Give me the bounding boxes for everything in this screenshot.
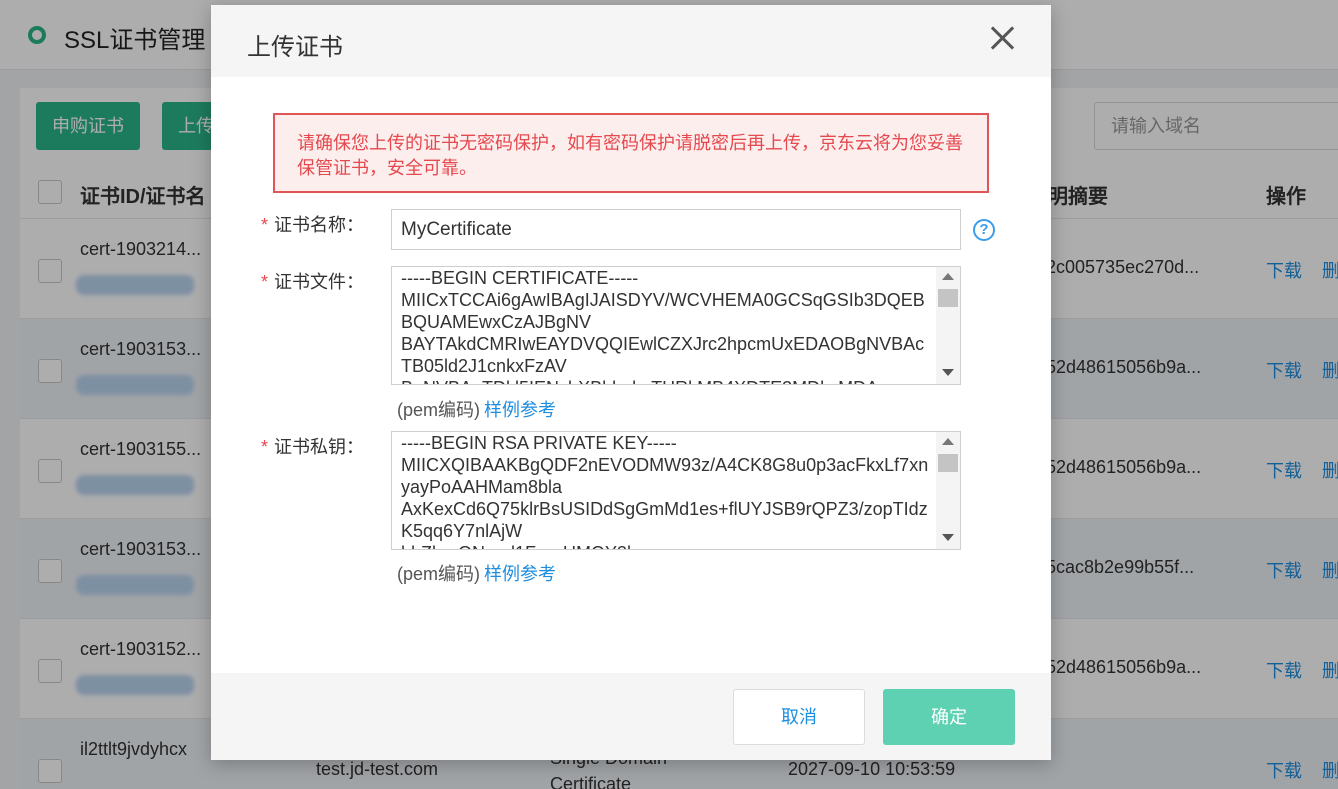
cert-key-content: -----BEGIN RSA PRIVATE KEY----- MIICXQIB… bbox=[401, 433, 929, 549]
upload-certificate-dialog: 上传证书 请确保您上传的证书无密码保护，如有密码保护请脱密后再上传，京东云将为您… bbox=[211, 5, 1051, 760]
cert-file-scrollbar[interactable] bbox=[936, 267, 960, 384]
cert-name-input[interactable]: MyCertificate bbox=[391, 209, 961, 250]
scroll-up-arrow-icon[interactable] bbox=[942, 273, 954, 280]
scroll-up-arrow-icon[interactable] bbox=[942, 438, 954, 445]
dialog-title: 上传证书 bbox=[247, 34, 343, 61]
scroll-thumb[interactable] bbox=[938, 289, 958, 307]
scroll-down-arrow-icon[interactable] bbox=[942, 534, 954, 541]
cert-file-content: -----BEGIN CERTIFICATE----- MIICxTCCAi6g… bbox=[401, 268, 925, 384]
confirm-button[interactable]: 确定 bbox=[883, 689, 1015, 745]
close-icon[interactable] bbox=[987, 23, 1017, 53]
scroll-thumb[interactable] bbox=[938, 454, 958, 472]
cert-name-label-text: 证书名称： bbox=[274, 215, 365, 235]
cert-file-hint: (pem编码) 样例参考 bbox=[397, 396, 556, 422]
warning-notice: 请确保您上传的证书无密码保护，如有密码保护请脱密后再上传，京东云将为您妥善保管证… bbox=[273, 113, 989, 193]
cert-key-hint: (pem编码) 样例参考 bbox=[397, 560, 556, 586]
required-mark: * bbox=[261, 215, 269, 235]
cert-file-label-text: 证书文件： bbox=[274, 272, 365, 292]
required-mark: * bbox=[261, 272, 269, 292]
scroll-down-arrow-icon[interactable] bbox=[942, 369, 954, 376]
cert-file-textarea[interactable]: -----BEGIN CERTIFICATE----- MIICxTCCAi6g… bbox=[391, 266, 961, 385]
dialog-footer: 取消 确定 bbox=[211, 673, 1051, 760]
question-circle-icon[interactable]: ? bbox=[973, 219, 995, 241]
dialog-header: 上传证书 bbox=[211, 5, 1051, 77]
cancel-button[interactable]: 取消 bbox=[733, 689, 865, 745]
cert-key-scrollbar[interactable] bbox=[936, 432, 960, 549]
required-mark: * bbox=[261, 437, 269, 457]
pem-hint-text: (pem编码) bbox=[397, 564, 481, 584]
cert-key-textarea[interactable]: -----BEGIN RSA PRIVATE KEY----- MIICXQIB… bbox=[391, 431, 961, 550]
cert-file-label: * 证书文件： bbox=[261, 268, 371, 294]
sample-reference-link[interactable]: 样例参考 bbox=[484, 400, 556, 420]
cert-name-label: * 证书名称： bbox=[261, 211, 371, 237]
cert-key-label: * 证书私钥： bbox=[261, 433, 371, 459]
pem-hint-text: (pem编码) bbox=[397, 400, 481, 420]
cert-key-label-text: 证书私钥： bbox=[274, 437, 365, 457]
sample-reference-link[interactable]: 样例参考 bbox=[484, 564, 556, 584]
